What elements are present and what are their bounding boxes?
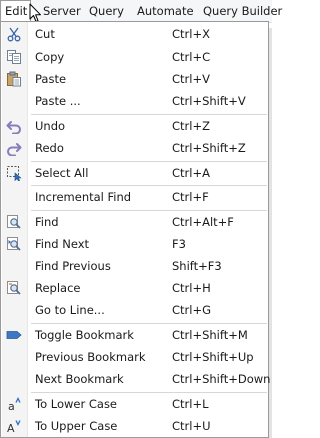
menu-item-label: Go to Line... (35, 303, 105, 317)
menu-item-toggle-bookmark[interactable]: Toggle Bookmark Ctrl+Shift+M (1, 324, 268, 346)
menu-item-go-to-line[interactable]: Go to Line... Ctrl+G (1, 299, 268, 321)
menu-item-next-bookmark[interactable]: Next Bookmark Ctrl+Shift+Down (1, 368, 271, 390)
menu-automate[interactable]: Automate (137, 0, 194, 22)
menu-item-shortcut: Ctrl+A (172, 166, 210, 180)
menu-item-label: Paste ... (35, 94, 81, 108)
menu-item-label: Cut (35, 27, 55, 41)
menu-item-undo[interactable]: Undo Ctrl+Z (1, 115, 268, 137)
svg-text:A: A (7, 422, 15, 434)
paste-icon (7, 71, 21, 87)
lowercase-icon: a (8, 397, 21, 412)
menu-item-shortcut: Ctrl+V (172, 72, 210, 86)
menu-item-label: Next Bookmark (35, 372, 124, 386)
menu-query-builder[interactable]: Query Builder (203, 0, 282, 22)
replace-icon (7, 281, 21, 295)
menu-item-label: Copy (35, 50, 65, 64)
menu-item-shortcut: Ctrl+G (172, 303, 212, 317)
uppercase-icon: A (7, 420, 21, 434)
find-next-icon (7, 237, 21, 251)
menu-item-paste-special[interactable]: Paste ... Ctrl+Shift+V (1, 90, 268, 112)
menu-server[interactable]: Server (43, 0, 81, 22)
copy-icon (7, 50, 21, 64)
menu-item-shortcut: Ctrl+X (172, 27, 210, 41)
menu-item-replace[interactable]: Replace Ctrl+H (1, 277, 268, 299)
menu-item-shortcut: Ctrl+Z (172, 119, 210, 133)
menu-item-find-previous[interactable]: Find Previous Shift+F3 (1, 255, 268, 277)
menu-item-label: To Upper Case (35, 419, 118, 433)
menu-item-label: Find (35, 215, 59, 229)
menu-item-to-upper-case[interactable]: A To Upper Case Ctrl+U (1, 415, 268, 437)
menu-item-shortcut: Ctrl+C (172, 50, 211, 64)
menu-item-shortcut: Ctrl+U (172, 419, 211, 433)
menu-item-shortcut: Ctrl+Shift+V (172, 94, 246, 108)
menu-item-shortcut: Ctrl+L (172, 397, 209, 411)
menu-item-redo[interactable]: Redo Ctrl+Shift+Z (1, 137, 268, 159)
menu-item-label: Incremental Find (35, 190, 132, 204)
menu-item-shortcut: Ctrl+F (172, 190, 209, 204)
menu-item-label: To Lower Case (35, 397, 118, 411)
menu-item-shortcut: Ctrl+Alt+F (172, 215, 234, 229)
menu-item-shortcut: Shift+F3 (172, 259, 222, 273)
menu-item-label: Undo (35, 119, 66, 133)
cut-icon (7, 27, 21, 42)
menu-item-label: Replace (35, 281, 81, 295)
menu-item-label: Previous Bookmark (35, 350, 146, 364)
svg-text:a: a (8, 400, 15, 412)
menu-item-shortcut: Ctrl+Shift+Z (172, 141, 246, 155)
menu-item-cut[interactable]: Cut Ctrl+X (1, 23, 268, 45)
menu-query[interactable]: Query (89, 0, 124, 22)
menu-item-copy[interactable]: Copy Ctrl+C (1, 46, 268, 68)
menu-item-label: Toggle Bookmark (35, 328, 134, 342)
edit-menu-dropdown: Cut Ctrl+X Copy Ctrl+C Paste Ctrl+V Past… (0, 21, 271, 438)
menu-item-label: Find Previous (35, 259, 111, 273)
menu-item-select-all[interactable]: Select All Ctrl+A (1, 162, 268, 184)
menu-item-shortcut: F3 (172, 237, 186, 251)
find-icon (7, 215, 21, 229)
bookmark-icon (6, 331, 22, 339)
menu-item-find[interactable]: Find Ctrl+Alt+F (1, 211, 268, 233)
menu-item-to-lower-case[interactable]: a To Lower Case Ctrl+L (1, 393, 268, 415)
select-all-icon (7, 166, 22, 181)
mouse-pointer-icon (29, 3, 41, 22)
menu-item-shortcut: Ctrl+Shift+Down (172, 372, 271, 386)
menu-item-shortcut: Ctrl+Shift+M (172, 328, 248, 342)
menu-item-paste[interactable]: Paste Ctrl+V (1, 68, 268, 90)
menu-item-find-next[interactable]: Find Next F3 (1, 233, 268, 255)
undo-icon (6, 121, 21, 134)
menu-item-label: Redo (35, 141, 64, 155)
menu-item-label: Paste (35, 72, 67, 86)
menu-item-previous-bookmark[interactable]: Previous Bookmark Ctrl+Shift+Up (1, 346, 268, 368)
menu-item-label: Select All (35, 166, 89, 180)
menu-edit[interactable]: Edit (0, 0, 31, 22)
redo-icon (7, 143, 22, 156)
menu-item-shortcut: Ctrl+Shift+Up (172, 350, 254, 364)
menu-item-shortcut: Ctrl+H (172, 281, 211, 295)
menu-item-label: Find Next (35, 237, 90, 251)
menu-item-incremental-find[interactable]: Incremental Find Ctrl+F (1, 186, 268, 208)
